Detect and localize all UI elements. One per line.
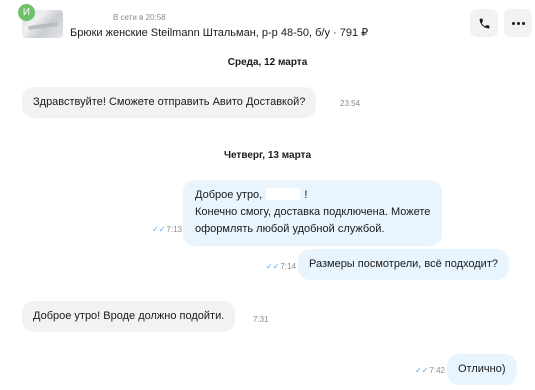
- listing-title[interactable]: Брюки женские Steilmann Штальман, р-р 48…: [70, 26, 368, 39]
- more-dots-icon: [511, 21, 525, 25]
- phone-icon: [479, 18, 489, 28]
- chat-header: И В сети в 20:58 Брюки женские Steilmann…: [0, 0, 535, 50]
- message-list[interactable]: Среда, 12 марта Здравствуйте! Сможете от…: [0, 50, 535, 390]
- user-avatar[interactable]: И: [18, 4, 35, 21]
- redacted-name: [266, 188, 301, 200]
- message-time: ✓✓7:14: [266, 262, 296, 271]
- outgoing-message[interactable]: Отлично): [447, 354, 517, 385]
- message-line: Конечно смогу, доставка подключена. Може…: [195, 206, 431, 218]
- message-text: Здравствуйте! Сможете отправить Авито До…: [33, 96, 306, 108]
- read-ticks-icon: ✓✓: [415, 366, 429, 375]
- outgoing-message[interactable]: Доброе утро, ! Конечно смогу, доставка п…: [183, 180, 443, 246]
- message-text: Размеры посмотрели, всё подходит?: [309, 258, 498, 270]
- incoming-message[interactable]: Здравствуйте! Сможете отправить Авито До…: [22, 87, 317, 118]
- outgoing-message[interactable]: Размеры посмотрели, всё подходит?: [298, 249, 509, 280]
- message-time: ✓✓7:13: [152, 225, 182, 234]
- message-text: Отлично): [458, 363, 506, 375]
- message-time: 23:54: [340, 99, 361, 108]
- message-line: Доброе утро, !: [195, 188, 308, 201]
- date-separator: Четверг, 13 марта: [223, 150, 312, 161]
- message-time: ✓✓7:42: [415, 366, 445, 375]
- more-button[interactable]: [504, 9, 532, 37]
- read-ticks-icon: ✓✓: [266, 262, 280, 271]
- online-status: В сети в 20:58: [113, 13, 166, 22]
- read-ticks-icon: ✓✓: [152, 225, 166, 234]
- call-button[interactable]: [470, 9, 498, 37]
- message-text: Доброе утро! Вроде должно подойти.: [33, 310, 225, 322]
- message-time: 7:31: [253, 315, 269, 324]
- incoming-message[interactable]: Доброе утро! Вроде должно подойти.: [22, 301, 236, 332]
- date-separator: Среда, 12 марта: [227, 57, 308, 68]
- message-line: оформлять любой удобной службой.: [195, 223, 385, 235]
